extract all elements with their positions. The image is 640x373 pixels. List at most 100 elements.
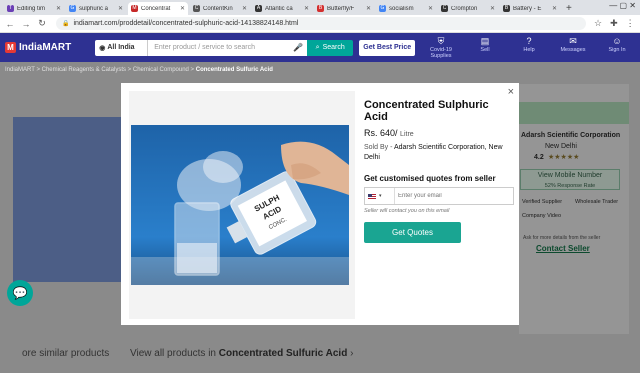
browser-tab[interactable]: T Editing tim ✕ <box>4 2 64 15</box>
browser-tab[interactable]: C ContentKin ✕ <box>190 2 250 15</box>
price-unit: Litre <box>400 131 414 138</box>
search-input[interactable]: Enter product / service to search 🎤 <box>147 39 308 56</box>
get-quotes-button[interactable]: Get Quotes <box>364 222 461 243</box>
tab-close-icon[interactable]: ✕ <box>366 5 371 12</box>
tab-close-icon[interactable]: ✕ <box>428 5 433 12</box>
shop-icon: ▤ <box>480 36 490 46</box>
tab-label: Concentrat <box>141 5 171 12</box>
tab-favicon-icon: G <box>379 5 386 12</box>
background-seller-panel <box>519 84 629 334</box>
bg-view-mobile-label: View Mobile Number <box>537 172 603 179</box>
email-field[interactable] <box>395 193 513 199</box>
bg-company-video: Company Video <box>522 213 562 219</box>
tab-close-icon[interactable]: ✕ <box>552 5 557 12</box>
email-note: Seller will contact you on this email <box>364 208 450 214</box>
header-nav-item[interactable]: ▤ Sell <box>468 36 502 59</box>
tab-label: ContentKin <box>203 5 233 12</box>
breadcrumb-current: Concentrated Sulfuric Acid <box>195 67 273 73</box>
view-all-link[interactable]: View all products in Concentrated Sulfur… <box>130 348 353 359</box>
country-code-select[interactable]: ▾ <box>365 188 395 204</box>
bg-view-mobile-button[interactable]: View Mobile Number 52% Response Rate <box>520 169 620 190</box>
us-flag-icon <box>368 193 376 199</box>
url-field[interactable]: 🔒 indiamart.com/proddetail/concentrated-… <box>56 17 586 30</box>
price-value: Rs. 640/ <box>364 128 398 138</box>
search-placeholder: Enter product / service to search <box>154 44 255 51</box>
tab-close-icon[interactable]: ✕ <box>118 5 123 12</box>
bg-contact-seller[interactable]: Contact Seller <box>536 244 590 253</box>
tab-close-icon[interactable]: ✕ <box>180 5 185 12</box>
browser-tab[interactable]: M Concentrat ✕ <box>128 2 188 15</box>
location-select[interactable]: ◉ All India <box>95 39 148 56</box>
product-quote-modal: × SULPH ACID CONC. Concentrated Sulphuri… <box>121 83 519 325</box>
header-nav-item[interactable]: ? Help <box>512 36 546 59</box>
tab-label: Editing tim <box>17 5 46 12</box>
search-icon: ⌕ <box>315 43 320 51</box>
new-tab-button[interactable]: + <box>566 2 572 15</box>
tab-favicon-icon: B <box>503 5 510 12</box>
tab-label: socialism <box>389 5 414 12</box>
url-text: indiamart.com/proddetail/concentrated-su… <box>73 20 299 27</box>
bg-company-location: New Delhi <box>545 143 577 150</box>
chat-bubble-icon[interactable]: 💬 <box>7 280 33 306</box>
logo-mark-icon: M <box>5 42 16 53</box>
header-nav-item[interactable]: ✉ Messages <box>556 36 590 59</box>
get-best-price-button[interactable]: Get Best Price <box>359 39 416 56</box>
breadcrumb-item[interactable]: Chemical Compound <box>133 67 189 73</box>
site-header: M IndiaMART ◉ All India Enter product / … <box>0 33 640 62</box>
bg-verified: Verified Supplier <box>522 199 563 205</box>
forward-icon[interactable]: → <box>20 19 32 29</box>
bg-company-name: Adarsh Scientific Corporation <box>521 132 621 139</box>
tab-label: Crompton <box>451 5 478 12</box>
shield-icon: ⛨ <box>437 36 445 46</box>
browser-tab[interactable]: B Butterfly/F ✕ <box>314 2 374 15</box>
product-photo: SULPH ACID CONC. <box>131 125 349 285</box>
indiamart-logo[interactable]: M IndiaMART <box>5 42 71 53</box>
bg-ask-details: Ask for more details from the seller <box>523 235 601 241</box>
browser-tab[interactable]: Gsocialism ✕ <box>376 2 436 15</box>
browser-tab[interactable]: A Atlantic ca ✕ <box>252 2 312 15</box>
mic-icon[interactable]: 🎤 <box>293 43 303 52</box>
menu-icon[interactable]: ⋮ <box>626 18 635 29</box>
header-nav-item[interactable]: ⛨ Covid-19 Supplies <box>424 36 458 59</box>
search-button[interactable]: ⌕ Search <box>307 39 354 56</box>
tab-close-icon[interactable]: ✕ <box>490 5 495 12</box>
bg-wholesale: Wholesale Trader <box>575 199 619 205</box>
product-title: Concentrated Sulphuric Acid <box>364 99 489 123</box>
browser-tab[interactable]: C Crompton ✕ <box>438 2 498 15</box>
header-nav-label: Covid-19 Supplies <box>429 47 452 59</box>
browser-tab[interactable]: Gsulphuric a ✕ <box>66 2 126 15</box>
background-highlight <box>519 102 629 124</box>
lock-icon: 🔒 <box>62 21 70 27</box>
tab-favicon-icon: M <box>131 5 138 12</box>
header-nav-label: Sell <box>480 47 490 53</box>
product-image-panel: SULPH ACID CONC. <box>129 91 355 319</box>
breadcrumb-item[interactable]: Chemical Reagents & Catalysts <box>42 67 126 73</box>
reload-icon[interactable]: ↻ <box>36 18 48 29</box>
tab-close-icon[interactable]: ✕ <box>304 5 309 12</box>
product-price: Rs. 640/ Litre <box>364 128 414 138</box>
back-icon[interactable]: ← <box>4 19 16 29</box>
bg-rating: 4.2 <box>534 154 544 161</box>
window-controls[interactable]: — ▢ ✕ <box>609 1 636 10</box>
close-icon[interactable]: × <box>508 86 514 98</box>
tab-close-icon[interactable]: ✕ <box>56 5 61 12</box>
tab-favicon-icon: B <box>317 5 324 12</box>
tab-close-icon[interactable]: ✕ <box>242 5 247 12</box>
breadcrumb-item[interactable]: IndiaMART <box>5 67 35 73</box>
header-nav-label: Messages <box>560 47 586 53</box>
star-icon[interactable]: ☆ <box>594 18 602 29</box>
user-icon: ☺ <box>612 36 622 46</box>
header-nav-label: Help <box>523 47 535 53</box>
tab-favicon-icon: C <box>193 5 200 12</box>
breadcrumb: IndiaMART > Chemical Reagents & Catalyst… <box>5 67 273 73</box>
header-nav-item[interactable]: ☺ Sign In <box>600 36 634 59</box>
quotes-heading: Get customised quotes from seller <box>364 174 496 183</box>
sold-by: Sold By - Adarsh Scientific Corporation,… <box>364 143 504 163</box>
tab-favicon-icon: A <box>255 5 262 12</box>
rating-stars-icon: ★★★★★ <box>548 154 580 161</box>
header-nav-label: Sign In <box>608 47 626 53</box>
search-button-label: Search <box>322 44 345 51</box>
browser-tab[interactable]: B Battery - E ✕ <box>500 2 560 15</box>
extensions-icon[interactable]: ✚ <box>610 18 618 29</box>
similar-products-heading: ore similar products <box>22 348 110 359</box>
